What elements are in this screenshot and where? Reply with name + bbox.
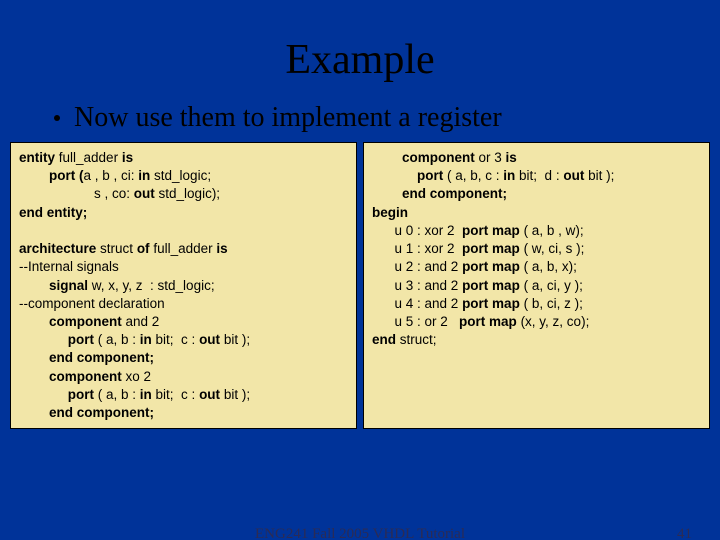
txt: and 2 [122,314,160,329]
txt: u 2 : and 2 [372,259,462,274]
kw: port map [459,314,517,329]
kw: out [199,332,220,347]
txt: ( b, ci, z ); [520,296,583,311]
bullet-text: Now use them to implement a register [74,102,502,133]
kw: end entity; [19,205,87,220]
txt: u 0 : xor 2 [372,223,462,238]
txt: struct; [396,332,437,347]
bullet-dot-icon [54,115,60,121]
code-left: entity full_adder is port (a , b , ci: i… [10,142,357,429]
kw: in [503,168,515,183]
kw: in [140,387,152,402]
txt: std_logic; [150,168,211,183]
kw: out [563,168,584,183]
txt: ( w, ci, s ); [520,241,585,256]
txt: u 4 : and 2 [372,296,462,311]
kw: out [134,186,155,201]
kw: port map [462,241,520,256]
txt: s , co: [19,186,134,201]
txt: bit; d : [515,168,563,183]
kw: component [19,314,122,329]
kw: begin [372,205,408,220]
code-right: component or 3 is port ( a, b, c : in bi… [363,142,710,429]
txt: or 3 [475,150,506,165]
kw: port [19,332,94,347]
txt: full_adder [55,150,122,165]
txt: ( a, b, x); [520,259,577,274]
kw: is [122,150,133,165]
txt: std_logic); [155,186,220,201]
txt: u 1 : xor 2 [372,241,462,256]
txt: a , b , ci: [84,168,139,183]
txt: ( a, b : [94,387,140,402]
txt: bit ); [220,332,250,347]
kw: end [372,332,396,347]
kw: is [216,241,227,256]
txt: struct [96,241,137,256]
kw: entity [19,150,55,165]
kw: component [19,369,122,384]
page-number: 41 [677,526,692,540]
txt: bit ); [584,168,614,183]
txt: (x, y, z, co); [517,314,590,329]
kw: port [372,168,443,183]
kw: out [199,387,220,402]
footer-center: ENG241 Fall 2005 VHDL Tutorial [255,526,465,540]
txt: bit ); [220,387,250,402]
txt: bit; c : [152,387,199,402]
kw: end component; [19,350,154,365]
kw: in [140,332,152,347]
bullet-line: Now use them to implement a register [0,102,720,142]
kw: is [506,150,517,165]
txt: --component declaration [19,296,165,311]
kw: end component; [19,405,154,420]
txt: bit; c : [152,332,199,347]
kw: component [372,150,475,165]
txt: ( a, ci, y ); [520,278,583,293]
txt: u 5 : or 2 [372,314,459,329]
code-columns: entity full_adder is port (a , b , ci: i… [0,142,720,429]
kw: of [137,241,150,256]
kw: port map [462,278,520,293]
txt: u 3 : and 2 [372,278,462,293]
kw: signal [19,278,88,293]
kw: port [19,387,94,402]
txt: full_adder [150,241,217,256]
kw: architecture [19,241,96,256]
kw: port map [462,296,520,311]
txt: ( a, b : [94,332,140,347]
kw: port map [462,223,520,238]
kw: port map [462,259,520,274]
txt: --Internal signals [19,259,119,274]
txt: ( a, b , w); [520,223,584,238]
txt: xo 2 [122,369,151,384]
kw: in [138,168,150,183]
txt: ( a, b, c : [443,168,503,183]
kw: port ( [19,168,84,183]
txt: w, x, y, z : std_logic; [88,278,215,293]
kw: end component; [372,186,507,201]
slide-title: Example [0,0,720,102]
